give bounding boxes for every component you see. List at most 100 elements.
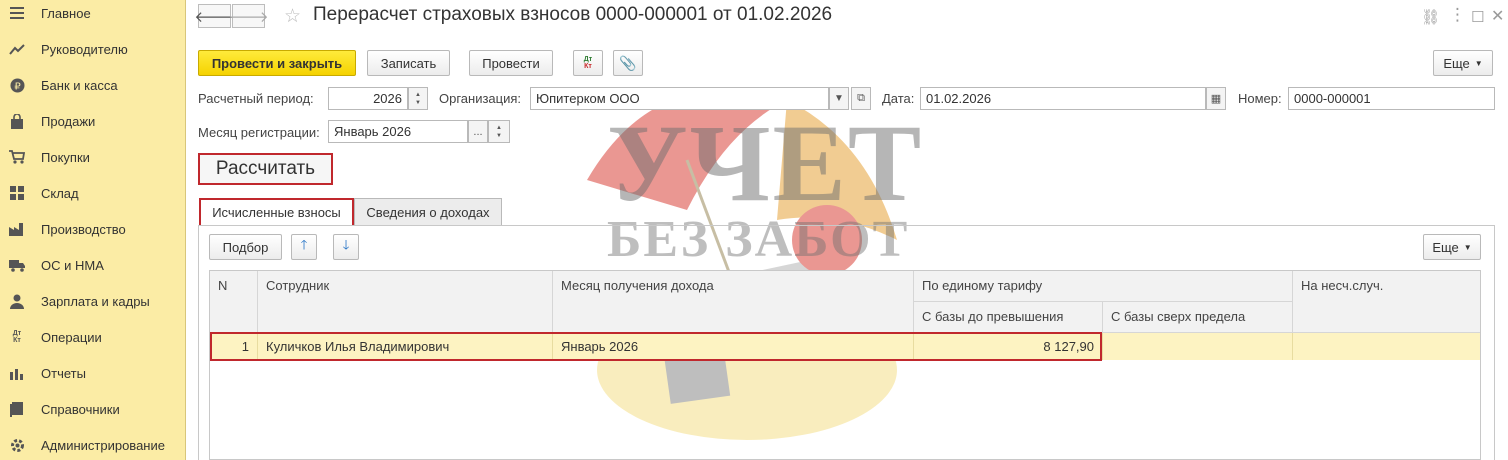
sidebar-item-sales[interactable]: Продажи: [0, 103, 186, 139]
column-header-unified-rate[interactable]: По единому тарифу: [914, 271, 1293, 302]
chevron-down-icon: ▼: [834, 93, 844, 104]
sidebar: Главное Руководителю ₽ Банк и касса Прод…: [0, 0, 186, 460]
ruble-icon: ₽: [9, 77, 25, 93]
move-down-button[interactable]: 🡓: [333, 234, 359, 260]
reg-month-select-button[interactable]: ...: [468, 120, 488, 143]
paperclip-icon: 📎: [619, 54, 637, 71]
row-highlight-frame: [210, 332, 1102, 361]
close-icon[interactable]: ✕: [1491, 6, 1504, 26]
chevron-down-icon: ▼: [1474, 58, 1483, 68]
column-header-accident[interactable]: На несч.случ.: [1293, 271, 1480, 333]
trend-icon: [9, 41, 25, 57]
tab-income-info[interactable]: Сведения о доходах: [354, 198, 502, 225]
number-field[interactable]: 0000-000001: [1288, 87, 1495, 110]
cell-accident: [1293, 333, 1480, 360]
more-label: Еще: [1432, 239, 1459, 255]
sidebar-item-label: Банк и касса: [41, 77, 118, 93]
kt-label: Кт: [584, 63, 592, 70]
sidebar-item-main[interactable]: Главное: [0, 0, 186, 31]
watermark-line1: УЧЕТ: [607, 102, 924, 224]
favorite-star-icon[interactable]: ☆: [284, 5, 301, 28]
stepper-up-icon: ▲: [415, 91, 421, 98]
arrow-up-icon: 🡑: [300, 237, 308, 252]
column-header-base-over[interactable]: С базы сверх предела: [1103, 302, 1293, 333]
sidebar-item-manager[interactable]: Руководителю: [0, 31, 186, 67]
sidebar-item-production[interactable]: Производство: [0, 211, 186, 247]
calendar-button[interactable]: ▦: [1206, 87, 1226, 110]
maximize-icon[interactable]: ☐: [1471, 8, 1484, 26]
page-title: Перерасчет страховых взносов 0000-000001…: [313, 4, 833, 25]
calendar-icon: ▦: [1210, 93, 1222, 105]
period-stepper[interactable]: ▲ ▼: [408, 87, 428, 110]
more-vert-icon[interactable]: ⋮: [1449, 5, 1466, 25]
person-icon: [9, 293, 25, 309]
forward-button[interactable]: 🡒: [228, 4, 269, 28]
sidebar-item-warehouse[interactable]: Склад: [0, 175, 186, 211]
period-label: Расчетный период:: [198, 91, 314, 106]
calculate-button[interactable]: Рассчитать: [198, 153, 333, 185]
chevron-down-icon: ▼: [1463, 242, 1472, 252]
move-up-button[interactable]: 🡑: [291, 234, 317, 260]
reg-month-label: Месяц регистрации:: [198, 125, 320, 140]
sidebar-item-operations[interactable]: Дт Кт Операции: [0, 319, 186, 355]
column-header-n[interactable]: N: [210, 271, 258, 333]
document-form: УЧЕТ БЕЗ ЗАБОТ 🡐 🡒 ☆ Перерасчет страховы…: [187, 0, 1508, 460]
post-button[interactable]: Провести: [469, 50, 553, 76]
bar-chart-icon: [9, 365, 25, 381]
column-header-base-before[interactable]: С базы до превышения: [914, 302, 1103, 333]
svg-text:₽: ₽: [14, 81, 21, 92]
post-and-close-button[interactable]: Провести и закрыть: [198, 50, 356, 76]
more-label: Еще: [1443, 55, 1470, 71]
save-button[interactable]: Записать: [367, 50, 450, 76]
sidebar-item-reports[interactable]: Отчеты: [0, 355, 186, 391]
link-icon[interactable]: ⛓: [1421, 8, 1440, 26]
sidebar-item-purchases[interactable]: Покупки: [0, 139, 186, 175]
sidebar-item-label: Продажи: [41, 113, 96, 129]
sidebar-item-assets[interactable]: ОС и НМА: [0, 247, 186, 283]
reg-month-stepper[interactable]: ▲ ▼: [488, 120, 510, 143]
column-header-employee[interactable]: Сотрудник: [258, 271, 553, 333]
attach-button[interactable]: 📎: [613, 50, 643, 76]
table-more-button[interactable]: Еще ▼: [1423, 234, 1481, 260]
sidebar-item-label: Главное: [41, 5, 91, 21]
organization-field[interactable]: Юпитерком ООО: [530, 87, 829, 110]
contributions-table: N Сотрудник Месяц получения дохода По ед…: [209, 270, 1481, 460]
org-dropdown-button[interactable]: ▼: [829, 87, 849, 110]
date-field[interactable]: 01.02.2026: [920, 87, 1206, 110]
sidebar-item-label: Склад: [41, 185, 79, 201]
arrow-right-icon: 🡒: [228, 8, 269, 26]
open-icon: ⧉: [857, 92, 865, 104]
back-button[interactable]: 🡐: [194, 4, 235, 28]
sidebar-item-label: Администрирование: [41, 437, 165, 453]
sidebar-item-catalogs[interactable]: Справочники: [0, 391, 186, 427]
column-header-income-month[interactable]: Месяц получения дохода: [553, 271, 914, 333]
book-icon: [9, 401, 25, 417]
stepper-down-icon: ▼: [415, 99, 421, 106]
sidebar-item-admin[interactable]: Администрирование: [0, 427, 186, 460]
sidebar-item-label: Покупки: [41, 149, 90, 165]
gear-icon: [9, 437, 25, 453]
period-field[interactable]: 2026: [328, 87, 408, 110]
truck-icon: [9, 257, 25, 273]
number-label: Номер:: [1238, 91, 1282, 106]
sidebar-item-label: Производство: [41, 221, 126, 237]
dt-label: Дт: [12, 330, 22, 337]
cart-icon: [9, 149, 25, 165]
select-button[interactable]: Подбор: [209, 234, 282, 260]
sidebar-item-label: Отчеты: [41, 365, 86, 381]
sidebar-item-label: Зарплата и кадры: [41, 293, 150, 309]
dt-kt-icon: Дт Кт: [9, 329, 25, 345]
org-label: Организация:: [439, 91, 522, 106]
factory-icon: [9, 221, 25, 237]
more-button[interactable]: Еще ▼: [1433, 50, 1493, 76]
dt-kt-button[interactable]: Дт Кт: [573, 50, 603, 76]
sidebar-item-label: Руководителю: [41, 41, 128, 57]
reg-month-field[interactable]: Январь 2026: [328, 120, 468, 143]
menu-icon: [9, 5, 25, 21]
sidebar-item-bank[interactable]: ₽ Банк и касса: [0, 67, 186, 103]
arrow-down-icon: 🡓: [342, 237, 350, 252]
sidebar-item-salary[interactable]: Зарплата и кадры: [0, 283, 186, 319]
date-label: Дата:: [882, 91, 915, 106]
org-open-button[interactable]: ⧉: [851, 87, 871, 110]
tab-calculated-contributions[interactable]: Исчисленные взносы: [199, 198, 354, 225]
